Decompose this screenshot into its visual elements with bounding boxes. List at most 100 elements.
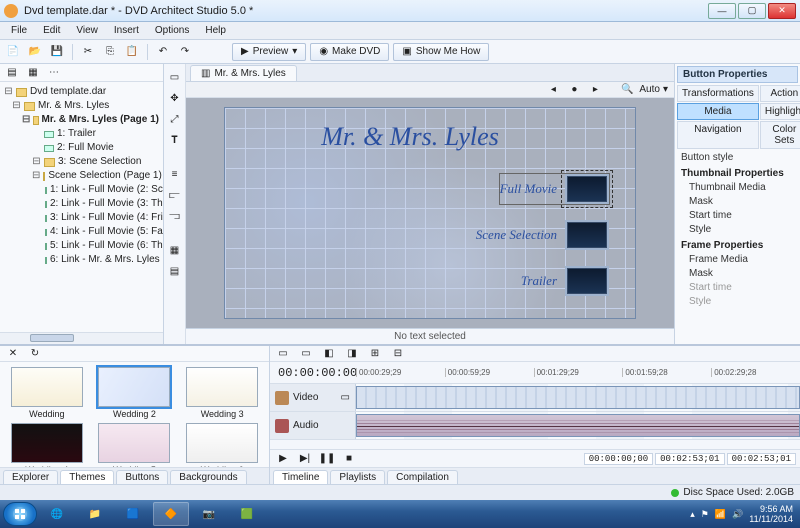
themes-close[interactable]: ✕ <box>4 345 22 363</box>
tl-time-2[interactable]: 00:02:53;01 <box>655 453 724 465</box>
zoom-icon[interactable]: 🔍 <box>618 81 636 99</box>
paste-button[interactable]: 📋 <box>123 43 141 61</box>
audio-track[interactable]: Audio <box>270 412 800 440</box>
minimize-button[interactable]: — <box>708 3 736 19</box>
theme-item[interactable]: Wedding 3 <box>180 367 264 419</box>
timeline-ruler[interactable]: 00:00:29;29 00:00:59;29 00:01:29;29 00:0… <box>356 368 800 377</box>
preview-button[interactable]: ▶Preview▾ <box>232 43 306 61</box>
nav-tool[interactable]: ✥ <box>166 89 184 107</box>
chevron-down-icon[interactable]: ▾ <box>663 84 668 95</box>
prop-tab-navigation[interactable]: Navigation <box>677 121 759 149</box>
menu-insert[interactable]: Insert <box>107 24 146 37</box>
tl-tool[interactable]: ▭ <box>297 345 315 363</box>
make-dvd-button[interactable]: ◉Make DVD <box>310 43 389 61</box>
tl-tool[interactable]: ⊞ <box>366 345 384 363</box>
themes-refresh[interactable]: ↻ <box>26 345 44 363</box>
tree-tool-2[interactable]: ▦ <box>24 64 42 82</box>
prop-row[interactable]: Button style <box>681 151 794 165</box>
tray-flag-icon[interactable]: ⚑ <box>701 509 709 520</box>
nav-prev[interactable]: ◂ <box>544 81 562 99</box>
tl-tool[interactable]: ◧ <box>320 345 338 363</box>
menu-page[interactable]: Mr. & Mrs. Lyles Full Movie Scene Select… <box>225 108 635 318</box>
grid-tool-1[interactable]: ▦ <box>166 241 184 259</box>
menu-file[interactable]: File <box>4 24 34 37</box>
tab-buttons[interactable]: Buttons <box>116 470 168 484</box>
stop-button[interactable]: ■ <box>340 450 358 468</box>
menu-title-text[interactable]: Mr. & Mrs. Lyles <box>225 122 595 152</box>
new-button[interactable]: 📄 <box>4 43 22 61</box>
theme-item[interactable]: Wedding 4 <box>5 423 89 467</box>
text-tool[interactable]: 𝐓 <box>166 131 184 149</box>
show-me-how-button[interactable]: ▣Show Me How <box>393 43 489 61</box>
system-tray[interactable]: ▴ ⚑ 📶 🔊 9:56 AM11/11/2014 <box>690 504 797 524</box>
undo-button[interactable]: ↶ <box>154 43 172 61</box>
tree-menu[interactable]: Mr. & Mrs. Lyles <box>38 99 109 113</box>
theme-item[interactable]: Wedding 6 <box>180 423 264 467</box>
copy-button[interactable]: ⎘ <box>101 43 119 61</box>
close-button[interactable]: ✕ <box>768 3 796 19</box>
tab-explorer[interactable]: Explorer <box>3 470 58 484</box>
play-start-button[interactable]: ▶| <box>296 450 314 468</box>
maximize-button[interactable]: ▢ <box>738 3 766 19</box>
taskbar-explorer[interactable]: 📁 <box>77 502 113 526</box>
prop-row[interactable]: Start time <box>681 209 794 223</box>
timecode-display[interactable]: 00:00:00:00 <box>270 366 356 380</box>
tray-clock[interactable]: 9:56 AM11/11/2014 <box>749 504 793 524</box>
menu-edit[interactable]: Edit <box>36 24 67 37</box>
taskbar-ie[interactable]: 🌐 <box>39 502 75 526</box>
tl-tool[interactable]: ⊟ <box>389 345 407 363</box>
pause-button[interactable]: ❚❚ <box>318 450 336 468</box>
tree-link[interactable]: 4: Link - Full Movie (5: Fan <box>50 225 163 239</box>
prop-tab-action[interactable]: Action <box>760 85 800 102</box>
save-button[interactable]: 💾 <box>48 43 66 61</box>
canvas-tab[interactable]: ▥Mr. & Mrs. Lyles <box>190 65 297 81</box>
tree-tool-3[interactable]: ⋯ <box>45 64 63 82</box>
tab-timeline[interactable]: Timeline <box>273 470 328 484</box>
tray-network-icon[interactable]: 📶 <box>715 509 726 520</box>
prop-row[interactable]: Mask <box>681 195 794 209</box>
audio-clip[interactable] <box>356 414 800 437</box>
prop-row[interactable]: Frame Media <box>681 253 794 267</box>
tray-up-icon[interactable]: ▴ <box>690 509 695 520</box>
taskbar-dvd-architect[interactable]: 🔶 <box>153 502 189 526</box>
menu-options[interactable]: Options <box>148 24 196 37</box>
prop-tab-colorsets[interactable]: Color Sets <box>760 121 800 149</box>
tree-item[interactable]: 2: Full Movie <box>57 141 114 155</box>
tl-tool[interactable]: ◨ <box>343 345 361 363</box>
redo-button[interactable]: ↷ <box>176 43 194 61</box>
tl-time-3[interactable]: 00:02:53;01 <box>727 453 796 465</box>
menu-canvas[interactable]: Mr. & Mrs. Lyles Full Movie Scene Select… <box>186 98 674 328</box>
video-track[interactable]: Video▭ <box>270 384 800 412</box>
taskbar-app[interactable]: 🟦 <box>115 502 151 526</box>
tree-scrollbar[interactable] <box>0 332 163 344</box>
tab-playlists[interactable]: Playlists <box>330 470 385 484</box>
tray-volume-icon[interactable]: 🔊 <box>732 509 743 520</box>
prop-tab-transformations[interactable]: Transformations <box>677 85 759 102</box>
theme-item[interactable]: Wedding 5 <box>93 423 177 467</box>
start-button[interactable] <box>3 502 37 526</box>
grid-tool-2[interactable]: ▤ <box>166 262 184 280</box>
open-button[interactable]: 📂 <box>26 43 44 61</box>
prop-row[interactable]: Mask <box>681 267 794 281</box>
tree-link[interactable]: 5: Link - Full Movie (6: The <box>50 239 163 253</box>
theme-item[interactable]: Wedding <box>5 367 89 419</box>
tl-tool[interactable]: ▭ <box>274 345 292 363</box>
align-tool-3[interactable]: ⫎ <box>166 207 184 225</box>
tree-link[interactable]: 1: Link - Full Movie (2: Sce <box>50 183 163 197</box>
align-tool-1[interactable]: ≡ <box>166 165 184 183</box>
tree-item[interactable]: 3: Scene Selection <box>58 155 141 169</box>
zoom-auto[interactable]: Auto <box>639 84 660 95</box>
menu-button-scene-selection[interactable]: Scene Selection <box>476 220 609 250</box>
project-tree[interactable]: ⊟Dvd template.dar ⊟Mr. & Mrs. Lyles ⊟Mr.… <box>0 82 163 332</box>
taskbar-app2[interactable]: 📷 <box>191 502 227 526</box>
tree-page1[interactable]: Mr. & Mrs. Lyles (Page 1) <box>42 113 159 127</box>
video-clip[interactable] <box>356 386 800 409</box>
tree-root[interactable]: Dvd template.dar <box>30 85 106 99</box>
tl-time-1[interactable]: 00:00:00;00 <box>584 453 653 465</box>
play-button[interactable]: ▶ <box>274 450 292 468</box>
size-tool[interactable]: ⤢ <box>166 110 184 128</box>
tab-backgrounds[interactable]: Backgrounds <box>170 470 246 484</box>
menu-help[interactable]: Help <box>198 24 233 37</box>
theme-item[interactable]: Wedding 2 <box>93 367 177 419</box>
cut-button[interactable]: ✂ <box>79 43 97 61</box>
